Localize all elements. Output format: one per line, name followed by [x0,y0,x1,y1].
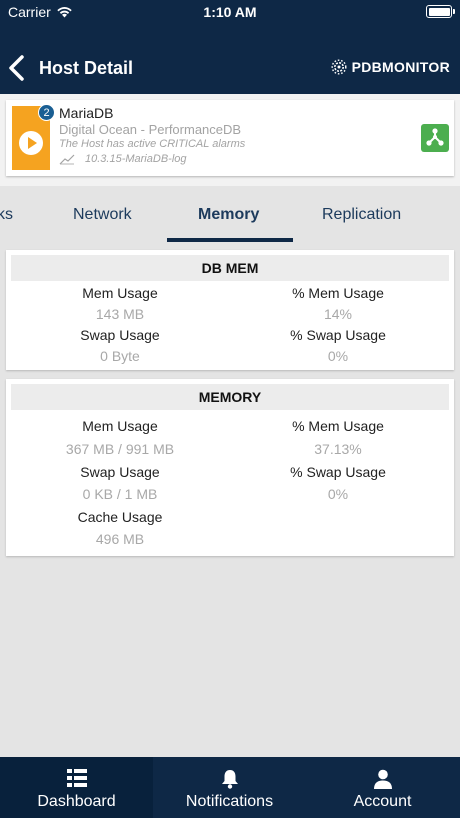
db-mem-usage-value: 143 MB [95,306,145,322]
swap-usage-value: 0 KB / 1 MB [82,486,158,502]
host-alert-text: The Host has active CRITICAL alarms [59,138,246,150]
mem-pct-usage-value: 37.13% [314,441,362,457]
host-version-row: 10.3.15-MariaDB-log [59,153,187,165]
host-name: MariaDB [59,105,114,121]
db-mem-usage-label: Mem Usage [82,285,158,301]
db-swap-pct-usage-value: 0% [327,348,349,364]
bottom-tab-bar: Dashboard Notifications Account [0,757,460,818]
bell-icon [221,770,238,789]
host-card[interactable]: 2 MariaDB Digital Ocean - PerformanceDB … [6,100,454,176]
db-mem-title: DB MEM [11,255,449,281]
topology-button[interactable] [421,124,449,152]
dashboard-label: Dashboard [37,793,116,810]
mem-usage-label: Mem Usage [82,418,158,434]
page-title: Host Detail [39,58,134,78]
brand-logo: PDBMONITOR [331,59,450,75]
db-mem-pct-usage-value: 14% [323,306,353,322]
host-version: 10.3.15-MariaDB-log [85,153,187,165]
trend-icon [59,154,75,164]
swap-usage-label: Swap Usage [80,464,160,480]
cache-usage-value: 496 MB [95,531,145,547]
tab-memory[interactable]: Memory [198,206,259,224]
mem-pct-usage-label: % Mem Usage [292,418,384,434]
db-swap-usage-value: 0 Byte [100,348,140,364]
gear-icon [331,59,347,75]
host-card-area: 2 MariaDB Digital Ocean - PerformanceDB … [0,94,460,186]
alarm-count-badge: 2 [38,104,55,121]
tab-network[interactable]: Network [73,206,132,224]
bottom-tab-notifications[interactable]: Notifications [153,757,306,818]
account-label: Account [353,793,412,810]
swap-pct-usage-value: 0% [327,486,349,502]
db-swap-pct-usage-label: % Swap Usage [290,327,386,343]
nav-header: Host Detail PDBMONITOR [0,24,460,94]
swap-pct-usage-label: % Swap Usage [290,464,386,480]
db-mem-pct-usage-label: % Mem Usage [292,285,384,301]
battery-icon [426,5,455,18]
brand-name: PDBMONITOR [351,59,450,75]
topology-icon [426,128,444,146]
back-chevron-icon[interactable] [6,54,28,82]
status-bar: Carrier 1:10 AM [0,0,460,24]
dashboard-icon [66,769,87,787]
host-subtitle: Digital Ocean - PerformanceDB [59,122,242,137]
memory-panel: MEMORY Mem Usage % Mem Usage 367 MB / 99… [6,379,454,556]
db-swap-usage-label: Swap Usage [80,327,160,343]
bottom-tab-account[interactable]: Account [306,757,459,818]
user-icon [373,769,392,789]
notifications-label: Notifications [185,793,274,810]
active-tab-indicator [167,238,293,242]
bottom-tab-dashboard[interactable]: Dashboard [0,757,153,818]
cache-usage-label: Cache Usage [77,509,163,525]
memory-title: MEMORY [11,384,449,410]
section-tabs: ks Network Memory Replication [0,186,460,242]
play-icon [19,131,43,155]
tab-partial[interactable]: ks [0,206,13,224]
tab-replication[interactable]: Replication [322,206,401,224]
status-time: 1:10 AM [203,4,257,20]
db-mem-panel: DB MEM Mem Usage % Mem Usage 143 MB 14% … [6,250,454,370]
mem-usage-value: 367 MB / 991 MB [65,441,175,457]
